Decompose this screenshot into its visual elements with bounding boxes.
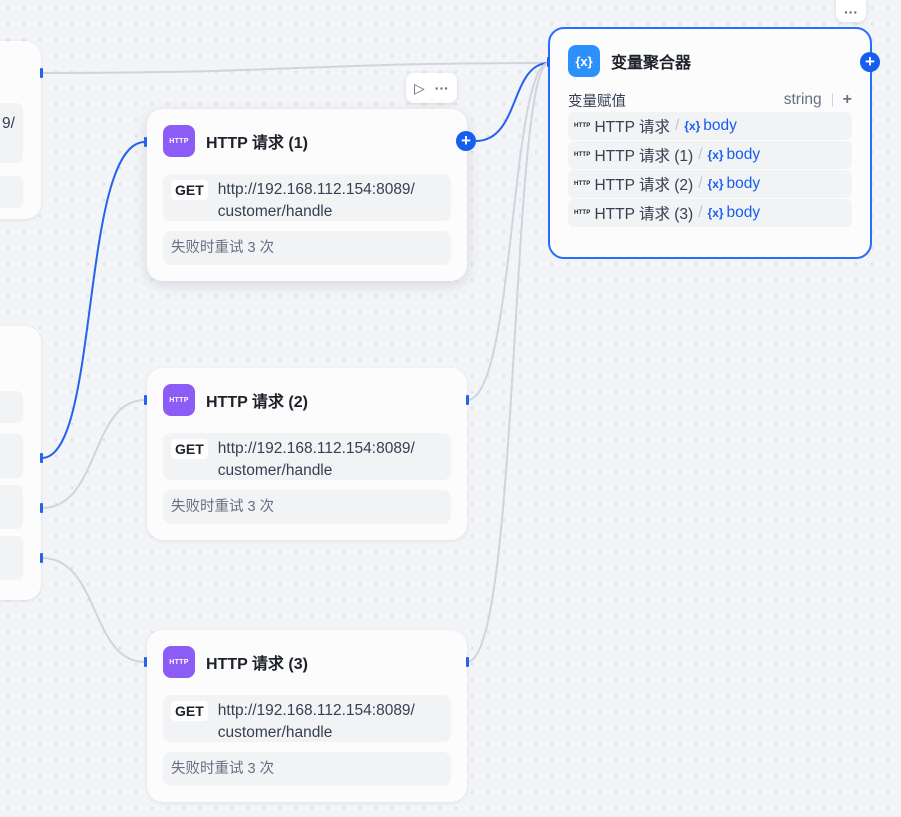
add-variable-button[interactable]: + — [843, 91, 852, 109]
request-url-box: GET http://192.168.112.154:8089/ custome… — [163, 695, 451, 742]
partial-node-top-row — [0, 176, 23, 208]
aggregator-header: {x} 变量聚合器 — [568, 45, 852, 77]
request-url-line-2: customer/handle — [217, 724, 333, 741]
variable-row[interactable]: HTTP HTTP 请求 / {x} body — [568, 112, 852, 140]
node-toolbar: ▷ ··· — [406, 73, 457, 103]
partial-node-bottom[interactable] — [0, 326, 41, 600]
http-node-1-input-port[interactable] — [144, 137, 147, 147]
request-url-line-1: http://192.168.112.154:8089/ — [217, 181, 415, 198]
http-node-2-input-port[interactable] — [144, 395, 147, 405]
method-badge: GET — [171, 701, 208, 721]
variable-icon: {x} — [707, 148, 724, 162]
variable-source: HTTP 请求 (3) — [594, 206, 694, 223]
wire-http2-to-aggregator — [466, 62, 550, 401]
variable-icon: {x} — [707, 206, 724, 220]
variable-name: body — [726, 146, 761, 163]
request-url-line-1: http://192.168.112.154:8089/ — [217, 702, 415, 719]
aggregator-toolbar: ··· — [836, 0, 866, 22]
aggregator-input-port[interactable] — [547, 57, 550, 67]
http-node-1-add-next-button[interactable]: + — [456, 131, 476, 151]
method-badge: GET — [171, 439, 208, 459]
wire-left-to-http2 — [41, 399, 146, 509]
partial-node-top-field — [0, 103, 23, 163]
retry-info: 失败时重试 3 次 — [163, 231, 451, 265]
retry-info: 失败时重试 3 次 — [163, 752, 451, 786]
http-icon: HTTP — [574, 181, 591, 187]
http-node-3-input-port[interactable] — [144, 657, 147, 667]
http-icon: HTTP — [574, 210, 591, 216]
wire-left-top-to-aggregator — [41, 62, 550, 74]
partial-node-top-output-port[interactable] — [40, 68, 43, 78]
aggregator-more-icon[interactable]: ··· — [844, 4, 858, 20]
variable-row[interactable]: HTTP HTTP 请求 (3) / {x} body — [568, 199, 852, 227]
retry-info: 失败时重试 3 次 — [163, 490, 451, 524]
variable-assignment-label: 变量赋值 — [568, 93, 626, 110]
partial-node-top[interactable]: 9/ — [0, 41, 41, 219]
variable-name: body — [726, 175, 761, 192]
partial-node-top-text: 9/ — [2, 115, 15, 132]
partial-node-bottom-row-3 — [0, 485, 23, 529]
variable-aggregator-node[interactable]: {x} 变量聚合器 变量赋值 string + HTTP HTTP 请求 / {… — [548, 27, 872, 259]
variable-icon: {x} — [684, 119, 701, 133]
http-icon: HTTP — [163, 646, 195, 678]
http-icon: HTTP — [163, 125, 195, 157]
variable-source: HTTP 请求 (1) — [594, 148, 694, 165]
variable-assignment-header: 变量赋值 string + — [568, 89, 852, 111]
http-node-2-output-port[interactable] — [466, 395, 469, 405]
partial-node-bottom-port-3[interactable] — [40, 553, 43, 563]
http-icon: HTTP — [574, 152, 591, 158]
http-icon: HTTP — [574, 123, 591, 129]
wire-left-to-http1 — [41, 141, 146, 459]
variable-icon: {x} — [568, 45, 600, 77]
wire-http3-to-aggregator — [466, 62, 550, 663]
request-url-line-2: customer/handle — [217, 462, 333, 479]
partial-node-bottom-port-2[interactable] — [40, 503, 43, 513]
request-url-line-2: customer/handle — [217, 203, 333, 220]
node-title: HTTP 请求 (1) — [206, 135, 308, 152]
request-url-box: GET http://192.168.112.154:8089/ custome… — [163, 433, 451, 480]
run-icon[interactable]: ▷ — [414, 80, 425, 97]
variable-source: HTTP 请求 (2) — [594, 177, 694, 194]
request-url-box: GET http://192.168.112.154:8089/ custome… — [163, 174, 451, 221]
path-separator: / — [698, 175, 703, 192]
request-url: http://192.168.112.154:8089/ customer/ha… — [217, 438, 415, 479]
partial-node-bottom-port-1[interactable] — [40, 453, 43, 463]
variable-name: body — [703, 117, 737, 134]
variable-source: HTTP 请求 — [594, 119, 670, 136]
http-node-3-header: HTTP HTTP 请求 (3) — [163, 646, 451, 678]
divider — [831, 93, 833, 107]
variable-icon: {x} — [707, 177, 724, 191]
variable-row[interactable]: HTTP HTTP 请求 (2) / {x} body — [568, 170, 852, 198]
more-icon[interactable]: ··· — [435, 80, 449, 96]
path-separator: / — [698, 204, 703, 221]
method-badge: GET — [171, 180, 208, 200]
request-url: http://192.168.112.154:8089/ customer/ha… — [217, 700, 415, 741]
variable-row[interactable]: HTTP HTTP 请求 (1) / {x} body — [568, 141, 852, 169]
aggregator-title: 变量聚合器 — [611, 55, 692, 72]
http-node-1[interactable]: HTTP HTTP 请求 (1) GET http://192.168.112.… — [147, 109, 467, 281]
path-separator: / — [698, 146, 703, 163]
output-type[interactable]: string — [784, 91, 822, 109]
http-node-3[interactable]: HTTP HTTP 请求 (3) GET http://192.168.112.… — [147, 630, 467, 802]
http-node-1-header: HTTP HTTP 请求 (1) — [163, 125, 451, 157]
partial-node-bottom-row-1 — [0, 391, 23, 423]
http-node-3-output-port[interactable] — [466, 657, 469, 667]
request-url: http://192.168.112.154:8089/ customer/ha… — [217, 179, 415, 220]
request-url-line-1: http://192.168.112.154:8089/ — [217, 440, 415, 457]
partial-node-bottom-row-2 — [0, 434, 23, 478]
node-title: HTTP 请求 (2) — [206, 394, 308, 411]
http-node-2-header: HTTP HTTP 请求 (2) — [163, 384, 451, 416]
wire-left-to-http3 — [41, 557, 146, 663]
node-title: HTTP 请求 (3) — [206, 656, 308, 673]
variable-name: body — [726, 204, 761, 221]
aggregator-add-next-button[interactable]: + — [860, 52, 880, 72]
path-separator: / — [674, 117, 680, 134]
partial-node-bottom-row-4 — [0, 536, 23, 580]
http-node-2[interactable]: HTTP HTTP 请求 (2) GET http://192.168.112.… — [147, 368, 467, 540]
http-icon: HTTP — [163, 384, 195, 416]
